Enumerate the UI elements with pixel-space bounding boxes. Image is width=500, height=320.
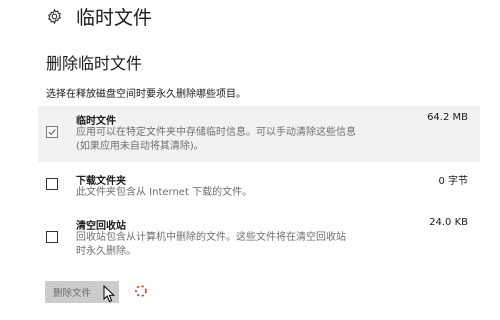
downloads-name: 下载文件夹 — [76, 176, 126, 187]
description-line: 应用可以在特定文件夹中存储临时信息。可以手动清除这些信息 — [76, 127, 356, 138]
temp-files-checkbox[interactable] — [46, 126, 58, 138]
mouse-pointer-icon — [103, 285, 116, 303]
temp-files-item[interactable]: 临时文件 64.2 MB 应用可以在特定文件夹中存储临时信息。可以手动清除这些信… — [38, 106, 480, 162]
gear-icon — [47, 7, 62, 25]
description-line: 此文件夹包含从 Internet 下载的文件。 — [76, 187, 253, 198]
recycle-bin-item[interactable]: 清空回收站 24.0 KB 回收站包含从计算机中删除的文件。这些文件将在清空回收… — [38, 213, 480, 265]
description-line: 回收站包含从计算机中删除的文件。这些文件将在清空回收站 — [76, 232, 346, 243]
temp-files-size: 64.2 MB — [427, 112, 468, 123]
loading-spinner-icon — [135, 285, 147, 297]
recycle-bin-description: 回收站包含从计算机中删除的文件。这些文件将在清空回收站 时永久删除。 — [76, 231, 470, 259]
recycle-bin-name: 清空回收站 — [76, 221, 126, 232]
temp-files-description: 应用可以在特定文件夹中存储临时信息。可以手动清除这些信息 (如果应用未自动将其清… — [76, 126, 470, 154]
downloads-description: 此文件夹包含从 Internet 下载的文件。 — [76, 186, 470, 200]
recycle-bin-size: 24.0 KB — [429, 217, 468, 228]
section-title: 删除临时文件 — [46, 54, 143, 73]
checkmark-icon — [48, 129, 56, 136]
downloads-size: 0 字节 — [438, 176, 468, 187]
temp-files-name: 临时文件 — [76, 116, 116, 127]
page-header: 临时文件 — [46, 0, 152, 32]
downloads-item[interactable]: 下载文件夹 0 字节 此文件夹包含从 Internet 下载的文件。 — [38, 168, 480, 204]
instruction-text: 选择在释放磁盘空间时要永久删除哪些项目。 — [46, 89, 246, 100]
downloads-checkbox[interactable] — [46, 178, 58, 190]
description-line: 时永久删除。 — [76, 246, 136, 257]
recycle-bin-checkbox[interactable] — [46, 231, 58, 243]
description-line: (如果应用未自动将其清除)。 — [76, 141, 204, 152]
page-title: 临时文件 — [76, 6, 153, 29]
